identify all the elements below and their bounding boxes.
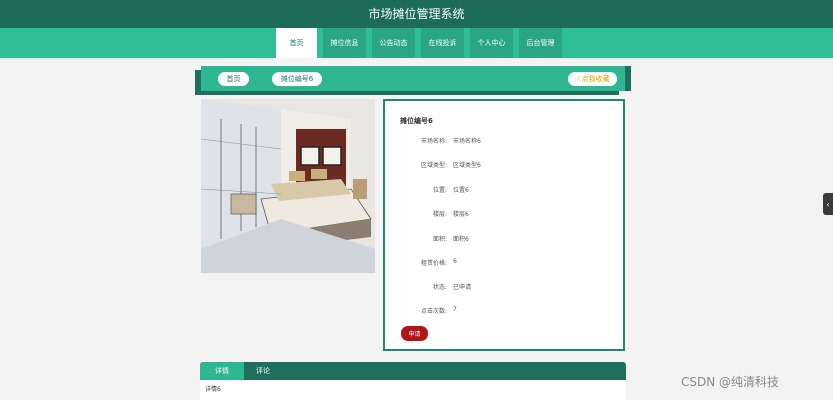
- tab-comment[interactable]: 评论: [246, 362, 280, 380]
- breadcrumb: 首页 摊位编号6 ☆点我收藏: [201, 66, 625, 91]
- stall-info-panel: 摊位编号6 市场名称: 市场名称6 区域类型: 区域类型6 位置: 位置6 楼层…: [383, 99, 625, 351]
- field-value: 区域类型6: [453, 162, 481, 169]
- breadcrumb-home-link[interactable]: 首页: [218, 72, 249, 86]
- breadcrumb-current: 摊位编号6: [272, 72, 322, 86]
- nav-item-complaints[interactable]: 在线投诉: [421, 28, 464, 58]
- field-value: 6: [453, 258, 457, 265]
- field-value: 7: [453, 306, 457, 313]
- nav-item-personal-center[interactable]: 个人中心: [470, 28, 513, 58]
- field-label: 面积:: [432, 236, 447, 243]
- favorite-button[interactable]: ☆点我收藏: [568, 72, 617, 86]
- field-label: 状态:: [432, 284, 447, 291]
- nav-item-announcements[interactable]: 公告动态: [372, 28, 415, 58]
- field-value: 楼层6: [453, 211, 469, 218]
- tab-content-text: 详情6: [205, 386, 221, 393]
- csdn-watermark: CSDN @纯清科技: [681, 375, 780, 389]
- bedroom-sketch-image: [201, 99, 375, 273]
- field-status: 状态: 已申请: [385, 282, 625, 294]
- field-label: 租赁价格:: [420, 260, 447, 267]
- field-area-size: 面积: 面积6: [385, 234, 625, 246]
- field-label: 位置:: [432, 187, 447, 194]
- field-value: 面积6: [453, 236, 469, 243]
- field-floor: 楼层: 楼层6: [385, 209, 625, 221]
- stall-title: 摊位编号6: [400, 117, 433, 125]
- nav-item-home[interactable]: 首页: [276, 28, 317, 58]
- chevron-left-icon[interactable]: ‹: [823, 193, 833, 215]
- nav-item-admin[interactable]: 后台管理: [519, 28, 562, 58]
- field-area-type: 区域类型: 区域类型6: [385, 160, 625, 172]
- field-value: 位置6: [453, 187, 469, 194]
- field-label: 区域类型:: [420, 162, 447, 169]
- field-click-count: 点击次数: 7: [385, 306, 625, 318]
- field-label: 点击次数:: [420, 308, 447, 315]
- apply-button[interactable]: 申请: [401, 326, 428, 341]
- field-value: 已申请: [453, 284, 472, 291]
- field-label: 楼层:: [432, 211, 447, 218]
- app-title: 市场摊位管理系统: [0, 0, 833, 28]
- tab-detail[interactable]: 详情: [200, 362, 244, 380]
- stall-photo: [201, 99, 375, 273]
- tab-content: 详情6: [200, 380, 626, 400]
- field-label: 市场名称:: [420, 138, 447, 145]
- field-market-name: 市场名称: 市场名称6: [385, 136, 625, 148]
- field-rent-price: 租赁价格: 6: [385, 258, 625, 270]
- field-location: 位置: 位置6: [385, 185, 625, 197]
- field-value: 市场名称6: [453, 138, 481, 145]
- nav-items: 首页 摊位信息 公告动态 在线投诉 个人中心 后台管理: [276, 28, 568, 58]
- detail-tabs: 详情 评论: [200, 362, 626, 380]
- nav-item-stall-info[interactable]: 摊位信息: [323, 28, 366, 58]
- main-nav: 首页 摊位信息 公告动态 在线投诉 个人中心 后台管理: [0, 28, 833, 58]
